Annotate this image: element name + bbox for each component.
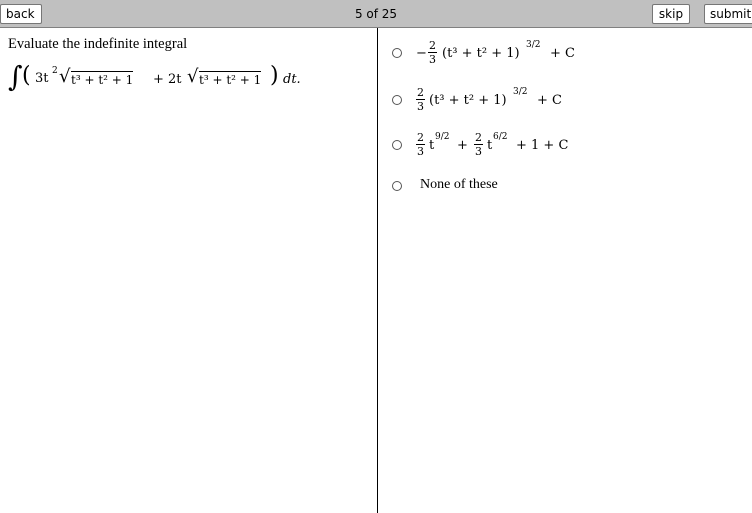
sqrt-symbol-1: √ xyxy=(59,66,71,87)
skip-button[interactable]: skip xyxy=(652,4,690,24)
option-b-exponent: 3/2 xyxy=(513,87,528,97)
option-c-term1-exponent: 9/2 xyxy=(435,132,450,142)
question-pane: Evaluate the indefinite integral ∫ ( 3t … xyxy=(8,36,373,93)
radicand-2: t³ + t² + 1 xyxy=(199,71,262,87)
radio-option-a[interactable] xyxy=(392,48,402,58)
submit-button[interactable]: submit xyxy=(704,4,752,24)
radio-option-d[interactable] xyxy=(392,181,402,191)
question-prompt: Evaluate the indefinite integral xyxy=(8,36,188,52)
term2-coefficient: 2t xyxy=(168,72,182,87)
term1-coefficient: 3t xyxy=(35,71,49,86)
option-b-fraction: 23 xyxy=(416,86,425,113)
integrand-open-paren: ( xyxy=(22,63,31,88)
option-c-plus: + xyxy=(457,138,468,153)
option-b-body: (t³ + t² + 1) xyxy=(429,93,507,108)
option-c-term2-exponent: 6/2 xyxy=(493,132,508,142)
option-a-body: (t³ + t² + 1) xyxy=(442,46,520,61)
plus-separator: + xyxy=(153,72,164,87)
option-d-label: None of these xyxy=(420,177,498,192)
option-c-fraction-2: 23 xyxy=(474,131,483,158)
integrand-close-paren: ) xyxy=(270,63,279,88)
radio-option-b[interactable] xyxy=(392,95,402,105)
term1-exponent: 2 xyxy=(52,66,58,76)
option-a-exponent: 3/2 xyxy=(526,40,541,50)
option-a-sign: − xyxy=(416,46,427,61)
option-c-fraction-1: 23 xyxy=(416,131,425,158)
differential: dt. xyxy=(283,72,301,87)
sqrt-symbol-2: √ xyxy=(187,66,199,87)
option-c-term2-base: t xyxy=(487,138,493,153)
option-a-fraction: 23 xyxy=(428,39,437,66)
option-c-tail: + 1 + C xyxy=(516,138,569,153)
integral-sign: ∫ xyxy=(8,60,23,93)
top-toolbar: back 5 of 25 skip submit xyxy=(0,0,752,28)
option-a-tail: + C xyxy=(550,46,575,61)
radicand-1: t³ + t² + 1 xyxy=(71,71,134,87)
back-button[interactable]: back xyxy=(0,4,42,24)
option-c-term1-base: t xyxy=(429,138,435,153)
pane-divider xyxy=(377,28,378,513)
option-b-tail: + C xyxy=(537,93,562,108)
radio-option-c[interactable] xyxy=(392,140,402,150)
question-progress: 5 of 25 xyxy=(354,7,398,21)
